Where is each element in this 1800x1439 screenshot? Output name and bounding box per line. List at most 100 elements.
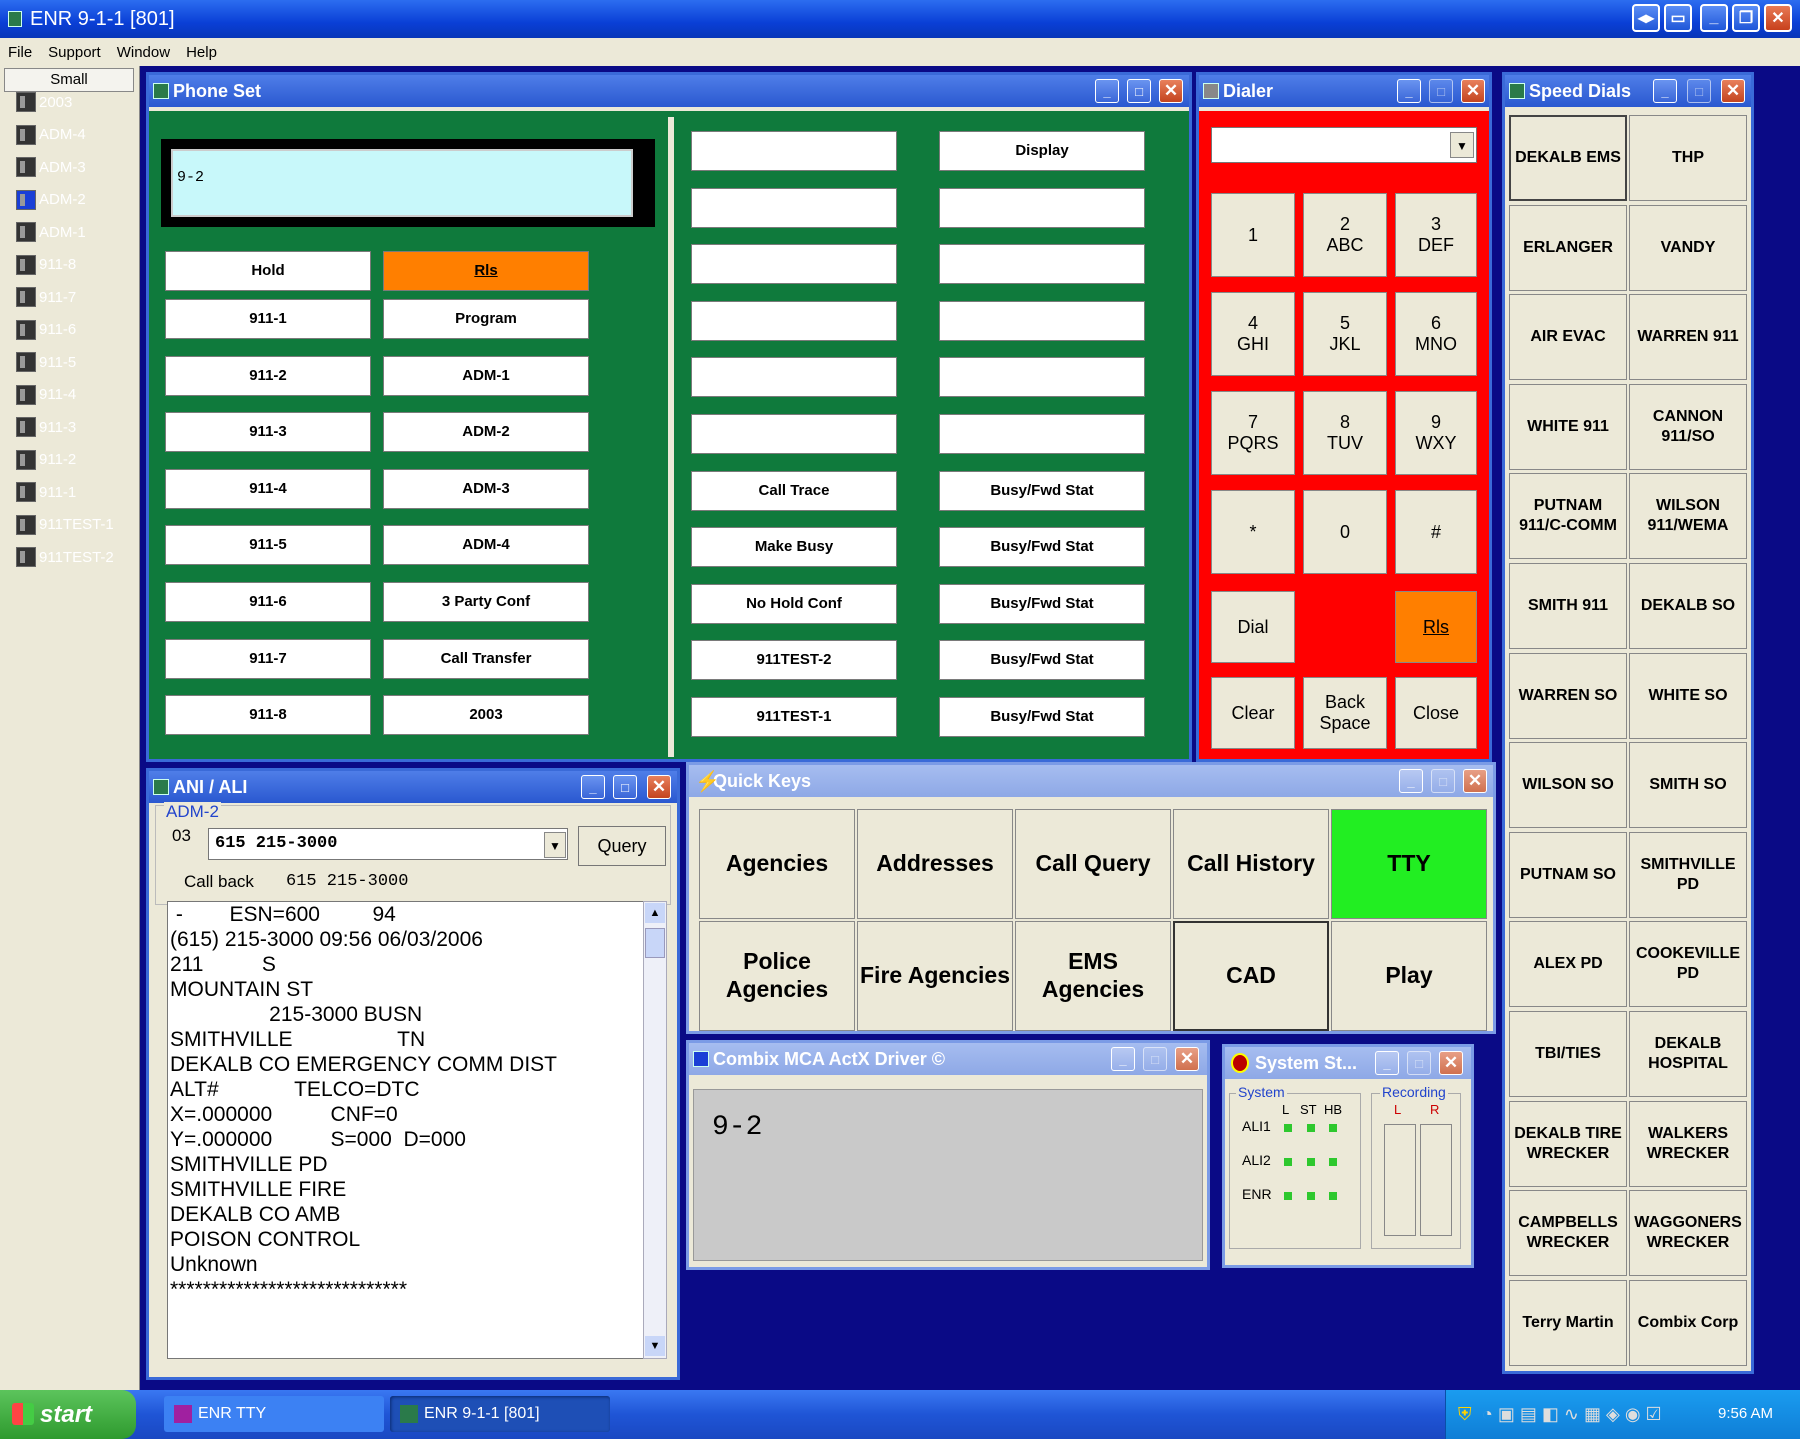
extra-icon[interactable]: ◂▸ [1632, 4, 1660, 32]
speed-dial-putnam-911-c-comm[interactable]: PUTNAM 911/C-COMM [1509, 473, 1627, 560]
sidebar-item-911test-1[interactable]: 911TEST-1 [16, 513, 114, 537]
sidebar-item-adm-1[interactable]: ADM-1 [16, 220, 86, 244]
speed-dial-erlanger[interactable]: ERLANGER [1509, 204, 1627, 291]
menu-window[interactable]: Window [109, 44, 178, 61]
sidebar-header[interactable]: Small [4, 68, 134, 92]
speed-dials-close[interactable]: ✕ [1721, 79, 1745, 103]
phone-btn-busy-fwd-stat[interactable]: Busy/Fwd Stat [939, 583, 1145, 624]
dial-key-4[interactable]: 4 GHI [1211, 292, 1295, 376]
combix-close[interactable]: ✕ [1175, 1047, 1199, 1071]
speed-dial-alex-pd[interactable]: ALEX PD [1509, 921, 1627, 1008]
sidebar-item-adm-2[interactable]: ADM-2 [16, 188, 86, 212]
speed-dial-waggoners-wrecker[interactable]: WAGGONERS WRECKER [1629, 1190, 1747, 1277]
speed-dial-white-911[interactable]: WHITE 911 [1509, 383, 1627, 470]
quick-key-cad[interactable]: CAD [1173, 921, 1329, 1031]
phone-set-maximize[interactable]: □ [1127, 79, 1151, 103]
phone-btn-adm-4[interactable]: ADM-4 [383, 525, 589, 566]
dial-number-combo[interactable]: ▼ [1211, 127, 1477, 163]
speed-dial-putnam-so[interactable]: PUTNAM SO [1509, 831, 1627, 918]
dialer-rls-button[interactable]: Rls [1395, 591, 1477, 663]
ani-ali-maximize[interactable]: □ [613, 775, 637, 799]
speed-dial-combix-corp[interactable]: Combix Corp [1629, 1279, 1747, 1366]
phone-btn-911-6[interactable]: 911-6 [165, 582, 371, 622]
sidebar-item-911-7[interactable]: 911-7 [16, 285, 76, 309]
phone-btn-911-8[interactable]: 911-8 [165, 695, 371, 736]
phone-btn-program[interactable]: Program [383, 299, 589, 339]
phone-btn-make-busy[interactable]: Make Busy [691, 527, 897, 568]
shield-icon[interactable]: ⛨ [1458, 1404, 1472, 1425]
phone-btn-blank[interactable] [691, 357, 897, 398]
sidebar-item-adm-4[interactable]: ADM-4 [16, 123, 86, 147]
chevron-down-icon[interactable]: ▼ [544, 832, 566, 858]
restore-small-icon[interactable]: ▭ [1664, 4, 1692, 32]
phone-btn-blank[interactable] [939, 244, 1145, 285]
phone-btn-adm-2[interactable]: ADM-2 [383, 412, 589, 453]
phone-set-minimize[interactable]: _ [1095, 79, 1119, 103]
speed-dial-terry-martin[interactable]: Terry Martin [1509, 1279, 1627, 1366]
chevron-down-icon[interactable]: ▼ [1450, 132, 1474, 158]
backspace-button[interactable]: Back Space [1303, 677, 1387, 749]
scroll-thumb[interactable] [645, 928, 665, 958]
dial-key-9[interactable]: 9 WXY [1395, 391, 1477, 475]
sidebar-item-911test-2[interactable]: 911TEST-2 [16, 545, 114, 569]
menu-support[interactable]: Support [40, 44, 109, 61]
phone-btn-blank[interactable] [691, 131, 897, 171]
speed-dial-warren-911[interactable]: WARREN 911 [1629, 294, 1747, 381]
dial-key-6[interactable]: 6 MNO [1395, 292, 1477, 376]
maximize-button[interactable]: ❐ [1732, 4, 1760, 32]
phone-btn-blank[interactable] [691, 244, 897, 285]
speed-dials-minimize[interactable]: _ [1653, 79, 1677, 103]
quick-keys-minimize[interactable]: _ [1399, 769, 1423, 793]
speed-dial-air-evac[interactable]: AIR EVAC [1509, 294, 1627, 381]
quick-key-call-history[interactable]: Call History [1173, 809, 1329, 919]
phone-btn-blank[interactable] [691, 187, 897, 228]
speed-dial-tbi-ties[interactable]: TBI/TIES [1509, 1011, 1627, 1097]
phone-btn-911-3[interactable]: 911-3 [165, 412, 371, 453]
combix-minimize[interactable]: _ [1111, 1047, 1135, 1071]
dialer-close[interactable]: ✕ [1461, 79, 1485, 103]
menu-help[interactable]: Help [178, 44, 225, 61]
quick-key-addresses[interactable]: Addresses [857, 809, 1013, 919]
speed-dial-dekalb-ems[interactable]: DEKALB EMS [1509, 115, 1627, 201]
phone-btn-display[interactable]: Display [939, 131, 1145, 171]
speed-dial-smithville-pd[interactable]: SMITHVILLE PD [1629, 831, 1747, 918]
speed-dial-white-so[interactable]: WHITE SO [1629, 652, 1747, 739]
dial-key-8[interactable]: 8 TUV [1303, 391, 1387, 475]
quick-key-police-agencies[interactable]: Police Agencies [699, 921, 855, 1031]
phone-btn-adm-3[interactable]: ADM-3 [383, 468, 589, 509]
ani-number-combo[interactable]: 615 215-3000 [208, 828, 568, 860]
clear-button[interactable]: Clear [1211, 677, 1295, 749]
phone-btn-911-5[interactable]: 911-5 [165, 525, 371, 566]
phone-btn-call-trace[interactable]: Call Trace [691, 470, 897, 511]
quick-keys-close[interactable]: ✕ [1463, 769, 1487, 793]
quick-key-ems-agencies[interactable]: EMS Agencies [1015, 921, 1171, 1031]
speed-dial-thp[interactable]: THP [1629, 115, 1747, 201]
scroll-down-icon[interactable]: ▼ [645, 1336, 665, 1356]
phone-btn-busy-fwd-stat[interactable]: Busy/Fwd Stat [939, 470, 1145, 511]
phone-btn-911test-2[interactable]: 911TEST-2 [691, 640, 897, 681]
dial-button[interactable]: Dial [1211, 591, 1295, 663]
close-button[interactable]: ✕ [1764, 4, 1792, 32]
sidebar-item-911-8[interactable]: 911-8 [16, 253, 76, 277]
dial-key-7[interactable]: 7 PQRS [1211, 391, 1295, 475]
phone-btn-911-2[interactable]: 911-2 [165, 355, 371, 396]
tray-icons[interactable]: ◔ ▣ ▤ ◧ ∿ ▦ ◈ ◉ ☑ [1482, 1404, 1662, 1425]
speed-dial-dekalb-tire-wrecker[interactable]: DEKALB TIRE WRECKER [1509, 1100, 1627, 1187]
quick-key-fire-agencies[interactable]: Fire Agencies [857, 921, 1013, 1031]
task-enr-911[interactable]: ENR 9-1-1 [801] [390, 1396, 610, 1432]
sidebar-item-911-3[interactable]: 911-3 [16, 415, 76, 439]
menu-file[interactable]: File [0, 44, 40, 61]
phone-btn-blank[interactable] [939, 300, 1145, 341]
phone-btn-no-hold-conf[interactable]: No Hold Conf [691, 583, 897, 624]
dial-key-hash[interactable]: # [1395, 490, 1477, 574]
task-enr-tty[interactable]: ENR TTY [164, 1396, 384, 1432]
phone-btn-busy-fwd-stat[interactable]: Busy/Fwd Stat [939, 527, 1145, 568]
dial-key-3[interactable]: 3 DEF [1395, 193, 1477, 277]
phone-btn-hold[interactable]: Hold [165, 251, 371, 291]
speed-dial-smith-so[interactable]: SMITH SO [1629, 742, 1747, 829]
phone-btn-911-7[interactable]: 911-7 [165, 638, 371, 679]
quick-key-call-query[interactable]: Call Query [1015, 809, 1171, 919]
dial-key-0[interactable]: 0 [1303, 490, 1387, 574]
phone-btn-blank[interactable] [939, 357, 1145, 398]
sidebar-item-911-1[interactable]: 911-1 [16, 480, 76, 504]
